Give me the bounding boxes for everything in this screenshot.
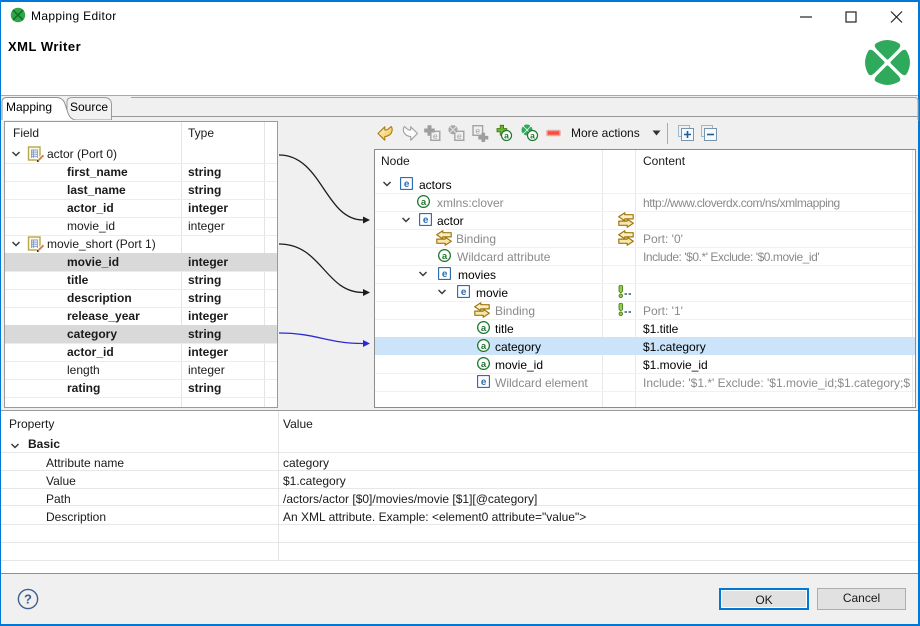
svg-text:a: a bbox=[530, 131, 535, 141]
svg-text:?: ? bbox=[24, 592, 32, 607]
svg-text:a: a bbox=[504, 131, 509, 141]
svg-text:e: e bbox=[457, 131, 462, 141]
svg-text:e: e bbox=[433, 131, 438, 141]
svg-text:e: e bbox=[475, 125, 480, 135]
